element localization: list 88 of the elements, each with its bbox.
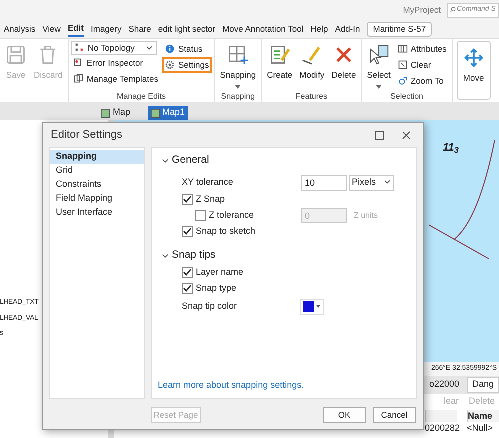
column-header: Name xyxy=(467,410,499,422)
chevron-icon[interactable] xyxy=(162,252,169,260)
ribbon-group-label: Manage Edits xyxy=(117,92,166,102)
ribbon-tab[interactable]: Analysis xyxy=(4,22,36,36)
ribbon-button[interactable]: Delete xyxy=(328,41,360,91)
table-tab[interactable]: o22000 xyxy=(425,377,464,393)
ribbon-tab[interactable]: Imagery xyxy=(91,22,122,36)
dialog-button[interactable]: OK xyxy=(323,407,366,423)
ribbon-group-label: Features xyxy=(296,92,328,102)
dialog-button[interactable]: Cancel xyxy=(373,407,416,423)
section-heading: General xyxy=(172,153,210,168)
grid-plus-icon xyxy=(227,44,250,66)
units-label: Z units xyxy=(354,210,378,222)
templates-icon xyxy=(74,74,84,84)
chevron-down-icon xyxy=(146,46,153,50)
ribbon-tab[interactable]: Share xyxy=(128,22,152,36)
save-icon xyxy=(5,44,27,66)
project-name: MyProject xyxy=(403,4,441,16)
zoom-icon xyxy=(398,76,408,86)
ribbon-button[interactable]: Zoom To xyxy=(394,73,450,89)
topology-icon xyxy=(74,43,85,53)
field-label: Snap tip color xyxy=(181,300,238,313)
checkbox[interactable] xyxy=(182,267,193,278)
settings-nav-item[interactable]: User Interface xyxy=(50,206,144,220)
ribbon-tab[interactable]: Add-In xyxy=(335,22,360,36)
caret-icon xyxy=(235,84,242,89)
checkbox-label: Z tolerance xyxy=(209,208,254,222)
check-icon xyxy=(183,195,192,204)
ribbon-group-label: Selection xyxy=(390,92,424,102)
map-label: 11$_{3}$ xyxy=(443,141,460,156)
ribbon-tab[interactable]: edit light sector xyxy=(158,22,216,36)
caret-icon xyxy=(316,305,321,308)
ribbon-button[interactable]: Attributes xyxy=(394,41,450,57)
table-cell-text: <Null> xyxy=(467,422,494,435)
checkbox-label: Layer name xyxy=(196,266,244,279)
map-icon xyxy=(150,108,160,118)
info-icon xyxy=(165,44,176,54)
ribbon-tab[interactable]: Maritime S-57 xyxy=(367,22,432,36)
checkbox[interactable] xyxy=(182,283,193,294)
map-tab[interactable]: Map1 xyxy=(148,106,188,120)
cursor-select-icon xyxy=(368,44,390,66)
clear-selection-icon xyxy=(398,60,408,70)
ribbon-group-label: Snapping xyxy=(221,92,256,102)
chevron-icon[interactable] xyxy=(162,158,169,164)
dialog-title: Editor Settings xyxy=(51,128,124,143)
color-picker[interactable] xyxy=(300,298,324,314)
table-icon xyxy=(398,44,408,54)
inspector-icon xyxy=(74,58,84,68)
ribbon-button[interactable]: Status xyxy=(162,41,212,57)
section-heading: Snap tips xyxy=(172,248,216,264)
ribbon-button[interactable]: Create xyxy=(264,41,296,91)
caret-icon xyxy=(376,84,382,89)
ribbon-tab[interactable]: View xyxy=(42,22,61,36)
checkbox-label: Z Snap xyxy=(196,192,226,206)
checkbox[interactable] xyxy=(182,194,193,205)
map-icon xyxy=(101,108,110,118)
checkbox[interactable] xyxy=(182,226,193,237)
field-label: XY tolerance xyxy=(181,176,234,189)
ribbon-button[interactable]: Manage Templates xyxy=(70,71,162,87)
help-link[interactable]: Learn more about snapping settings. xyxy=(158,378,416,392)
settings-nav-item[interactable]: Grid xyxy=(50,164,144,178)
settings-nav-item[interactable]: Snapping xyxy=(50,150,144,164)
ribbon-tab[interactable]: Move Annotation Tool xyxy=(222,22,304,36)
topology-dropdown[interactable]: No Topology xyxy=(70,41,157,55)
ribbon-button[interactable]: Error Inspector xyxy=(70,55,162,71)
chevron-down-icon xyxy=(384,180,391,185)
map-tab[interactable]: Map xyxy=(98,106,134,120)
move-arrows-icon xyxy=(462,47,485,69)
check-icon xyxy=(183,227,192,236)
tolerance-input[interactable]: 10 xyxy=(301,174,347,190)
checkbox-label: Snap type xyxy=(196,282,237,295)
settings-nav-item[interactable]: Field Mapping xyxy=(50,192,144,206)
ribbon-button[interactable]: Modify xyxy=(296,41,328,91)
table-cell-text: 0200282 xyxy=(425,422,457,435)
ribbon-button[interactable]: Clear xyxy=(394,57,450,73)
table-tab[interactable]: Dang xyxy=(467,377,499,393)
ribbon-tab[interactable]: Help xyxy=(310,22,328,36)
maximize-icon[interactable] xyxy=(375,130,384,140)
form-pencil-icon xyxy=(268,44,291,66)
ribbon-button[interactable]: Settings xyxy=(162,57,212,73)
search-icon xyxy=(450,7,456,13)
settings-nav-item[interactable]: Constraints xyxy=(50,178,144,192)
ribbon-button[interactable]: Snapping xyxy=(217,41,260,91)
close-icon[interactable] xyxy=(402,130,411,140)
checkbox-label: Snap to sketch xyxy=(196,224,256,238)
ribbon-button[interactable]: Select xyxy=(364,41,394,91)
settings-icon xyxy=(165,60,176,70)
units-dropdown[interactable]: Pixels xyxy=(349,174,394,190)
